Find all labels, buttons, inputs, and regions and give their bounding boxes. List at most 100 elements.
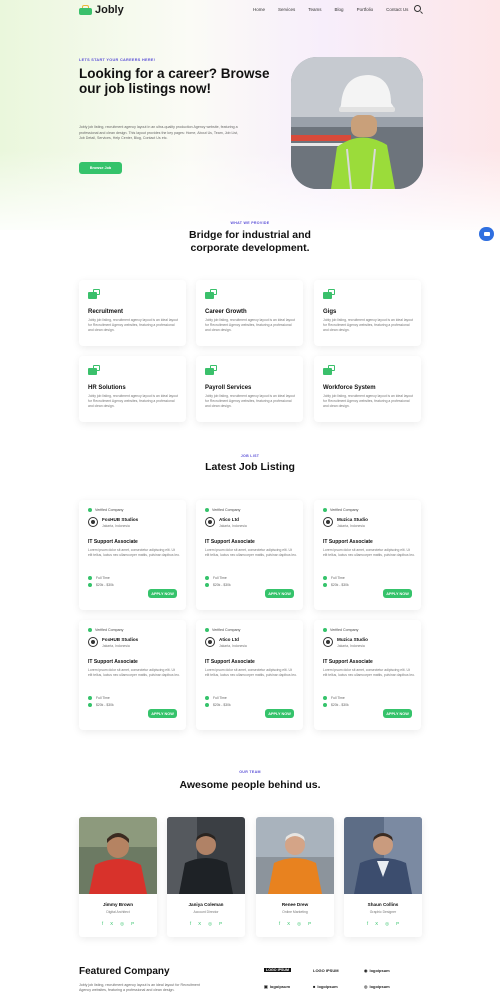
facebook-icon[interactable]: f bbox=[367, 921, 368, 927]
service-card-gigs[interactable]: Gigs Jobly job listing, recruitment agen… bbox=[314, 280, 421, 346]
company-name[interactable]: Atico Ltd bbox=[219, 517, 239, 522]
job-description: Lorem ipsum dolor sit amet, consectetur … bbox=[205, 548, 297, 557]
apply-now-button[interactable]: APPLY NOW bbox=[265, 709, 294, 718]
logo-text: LOGO IPSUM bbox=[264, 968, 291, 972]
verified-badge: Verified Company bbox=[88, 628, 123, 632]
hero-fade bbox=[0, 150, 500, 240]
team-member-card[interactable]: Jimmy Brown Digital Architect f X ◎ P bbox=[79, 817, 157, 937]
verified-dot-icon bbox=[323, 628, 327, 632]
job-salary: $20k - $30k bbox=[205, 703, 231, 707]
facebook-icon[interactable]: f bbox=[102, 921, 103, 927]
company-name[interactable]: FoxHUB Studios bbox=[102, 637, 138, 642]
apply-now-button[interactable]: APPLY NOW bbox=[383, 589, 412, 598]
service-card-recruitment[interactable]: Recruitment Jobly job listing, recruitme… bbox=[79, 280, 186, 346]
job-type-label: Full Time bbox=[96, 576, 110, 580]
nav-portfolio[interactable]: Portfolio bbox=[357, 7, 374, 12]
chat-icon bbox=[483, 232, 490, 236]
company-location: Jakarta, Indonesia bbox=[102, 524, 130, 528]
pinterest-icon[interactable]: P bbox=[308, 921, 311, 927]
job-title[interactable]: IT Support Associate bbox=[323, 539, 373, 545]
verified-label: Verified Company bbox=[330, 628, 359, 632]
chat-widget-button[interactable] bbox=[479, 227, 494, 241]
apply-now-button[interactable]: APPLY NOW bbox=[148, 709, 177, 718]
verified-badge: Verified Company bbox=[88, 508, 123, 512]
money-icon bbox=[205, 583, 209, 587]
x-icon[interactable]: X bbox=[287, 921, 290, 927]
service-card-hr-solutions[interactable]: HR Solutions Jobly job listing, recruitm… bbox=[79, 356, 186, 422]
team-member-card[interactable]: Janiya Coleman Account Director f X ◎ P bbox=[167, 817, 245, 937]
pinterest-icon[interactable]: P bbox=[131, 921, 134, 927]
service-card-workforce[interactable]: Workforce System Jobly job listing, recr… bbox=[314, 356, 421, 422]
nav-blog[interactable]: Blog bbox=[335, 7, 344, 12]
team-member-card[interactable]: Shaun Collins Graphic Designer f X ◎ P bbox=[344, 817, 422, 937]
service-title: HR Solutions bbox=[88, 385, 126, 391]
job-type: Full Time bbox=[205, 696, 227, 700]
job-title[interactable]: IT Support Associate bbox=[88, 659, 138, 665]
x-icon[interactable]: X bbox=[198, 921, 201, 927]
job-title[interactable]: IT Support Associate bbox=[205, 659, 255, 665]
service-title: Recruitment bbox=[88, 309, 124, 315]
job-title[interactable]: IT Support Associate bbox=[205, 539, 255, 545]
job-title[interactable]: IT Support Associate bbox=[88, 539, 138, 545]
logo-mark-icon: ◎ bbox=[364, 984, 368, 989]
logo-text: logoipsum bbox=[369, 984, 390, 989]
x-icon[interactable]: X bbox=[375, 921, 378, 927]
nav-menu: Home Services Teams Blog Portfolio Conta… bbox=[253, 7, 421, 12]
logo-text: LOGO IPSUM bbox=[313, 968, 339, 973]
nav-services[interactable]: Services bbox=[278, 7, 295, 12]
apply-now-button[interactable]: APPLY NOW bbox=[148, 589, 177, 598]
job-card[interactable]: Verified Company Atico Ltd Jakarta, Indone… bbox=[196, 620, 303, 730]
company-name[interactable]: FoxHUB Studios bbox=[102, 517, 138, 522]
member-name: Renee Drew bbox=[281, 902, 309, 907]
logo-mark-icon: ■ bbox=[313, 984, 316, 989]
instagram-icon[interactable]: ◎ bbox=[208, 921, 212, 927]
hero-image bbox=[291, 57, 423, 189]
verified-dot-icon bbox=[205, 628, 209, 632]
pinterest-icon[interactable]: P bbox=[396, 921, 399, 927]
facebook-icon[interactable]: f bbox=[279, 921, 280, 927]
apply-now-button[interactable]: APPLY NOW bbox=[265, 589, 294, 598]
company-logo[interactable]: LOGO IPSUM bbox=[313, 968, 339, 973]
nav-teams[interactable]: Teams bbox=[308, 7, 321, 12]
search-icon[interactable] bbox=[414, 5, 421, 12]
job-card[interactable]: Verified Company FoxHUB Studios Jakarta, I… bbox=[79, 500, 186, 610]
money-icon bbox=[323, 703, 327, 707]
service-card-payroll[interactable]: Payroll Services Jobly job listing, recr… bbox=[196, 356, 303, 422]
job-card[interactable]: Verified Company Atico Ltd Jakarta, Indone… bbox=[196, 500, 303, 610]
instagram-icon[interactable]: ◎ bbox=[385, 921, 389, 927]
job-card[interactable]: Verified Company Muzica Studio Jakarta, In… bbox=[314, 500, 421, 610]
gigs-icon bbox=[323, 289, 335, 300]
nav-home[interactable]: Home bbox=[253, 7, 265, 12]
company-name[interactable]: Muzica Studio bbox=[337, 637, 368, 642]
x-icon[interactable]: X bbox=[110, 921, 113, 927]
company-name[interactable]: Muzica Studio bbox=[337, 517, 368, 522]
logo-text: logoipsum bbox=[317, 984, 338, 989]
money-icon bbox=[88, 583, 92, 587]
company-logo[interactable]: LOGO IPSUM bbox=[264, 968, 291, 972]
company-logo[interactable]: ◉ logoipsum bbox=[364, 968, 390, 973]
company-logo[interactable]: ▣ logoipsum bbox=[264, 984, 290, 989]
company-location: Jakarta, Indonesia bbox=[337, 644, 365, 648]
clock-icon bbox=[205, 696, 209, 700]
job-card[interactable]: Verified Company Muzica Studio Jakarta, In… bbox=[314, 620, 421, 730]
nav-contact[interactable]: Contact Us bbox=[386, 7, 408, 12]
instagram-icon[interactable]: ◎ bbox=[297, 921, 301, 927]
apply-now-button[interactable]: APPLY NOW bbox=[383, 709, 412, 718]
company-name[interactable]: Atico Ltd bbox=[219, 637, 239, 642]
pinterest-icon[interactable]: P bbox=[219, 921, 222, 927]
company-logo[interactable]: ■ logoipsum bbox=[313, 984, 338, 989]
social-links: f X ◎ P bbox=[344, 921, 422, 927]
instagram-icon[interactable]: ◎ bbox=[120, 921, 124, 927]
job-card[interactable]: Verified Company FoxHUB Studios Jakarta, I… bbox=[79, 620, 186, 730]
job-description: Lorem ipsum dolor sit amet, consectetur … bbox=[88, 668, 180, 677]
company-logo[interactable]: ◎ logoipsum bbox=[364, 984, 390, 989]
job-title[interactable]: IT Support Associate bbox=[323, 659, 373, 665]
brand-logo[interactable]: Jobly bbox=[79, 4, 124, 16]
browse-job-button[interactable]: Browse Job bbox=[79, 162, 122, 174]
facebook-icon[interactable]: f bbox=[190, 921, 191, 927]
service-card-career-growth[interactable]: Career Growth Jobly job listing, recruit… bbox=[196, 280, 303, 346]
career-growth-icon bbox=[205, 289, 217, 300]
team-member-card[interactable]: Renee Drew Online Marketing f X ◎ P bbox=[256, 817, 334, 937]
verified-dot-icon bbox=[88, 628, 92, 632]
clock-icon bbox=[88, 576, 92, 580]
